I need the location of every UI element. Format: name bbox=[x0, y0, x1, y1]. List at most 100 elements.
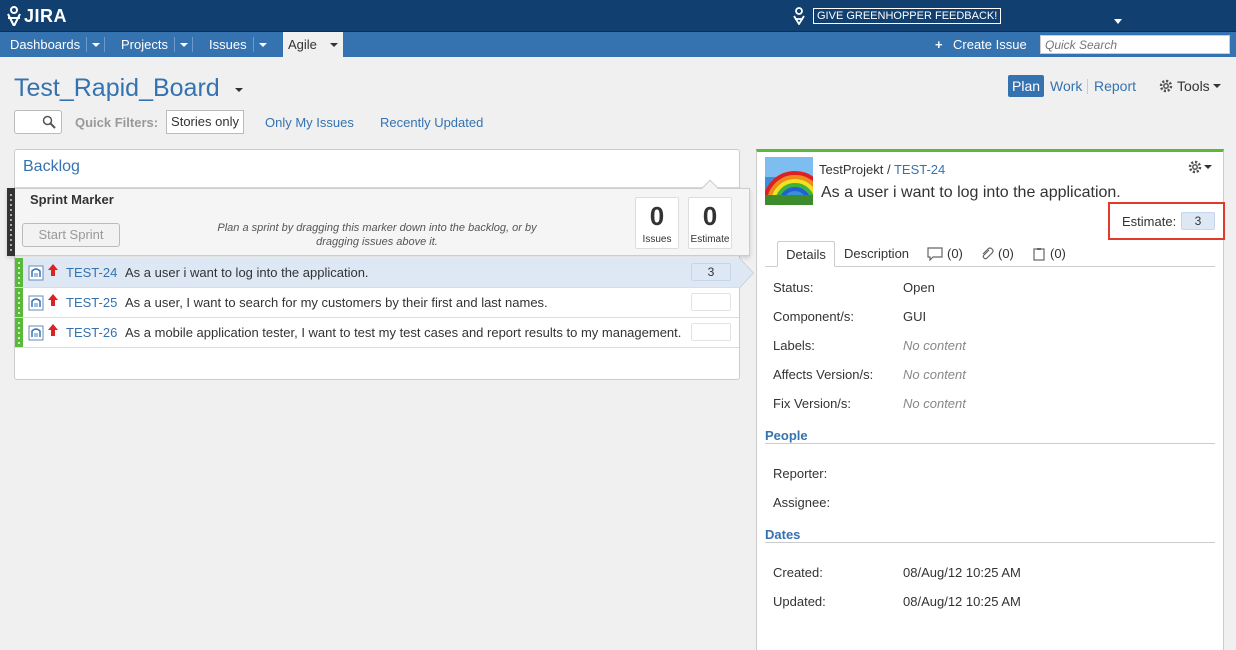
nav-dashboards[interactable]: Dashboards bbox=[0, 32, 80, 57]
chevron-down-icon bbox=[1212, 84, 1221, 88]
breadcrumb-separator: / bbox=[886, 162, 891, 177]
issue-estimate[interactable] bbox=[691, 293, 731, 311]
issue-row[interactable]: TEST-24 As a user i want to log into the… bbox=[15, 258, 739, 288]
field-affects-version-value[interactable]: No content bbox=[903, 367, 966, 382]
detail-project-name[interactable]: TestProjekt bbox=[819, 162, 883, 177]
tab-comments[interactable]: (0) bbox=[927, 241, 963, 267]
estimate-count-value: 0 bbox=[702, 201, 718, 231]
field-status-label: Status: bbox=[773, 280, 814, 295]
field-labels-label: Labels: bbox=[773, 338, 815, 353]
issues-count-label: Issues bbox=[642, 234, 672, 245]
nav-agile-label: Agile bbox=[288, 37, 317, 52]
tools-menu-button[interactable]: Tools bbox=[1158, 75, 1221, 97]
detail-actions-menu[interactable] bbox=[1187, 159, 1212, 175]
plan-mode-button[interactable]: Plan bbox=[1008, 75, 1045, 97]
quick-filters-label: Quick Filters: bbox=[75, 115, 159, 130]
sprint-estimate-count: 0 Estimate bbox=[688, 197, 732, 249]
subtasks-count: (0) bbox=[1050, 246, 1066, 261]
greenhopper-icon bbox=[792, 7, 806, 28]
tab-subtasks[interactable]: (0) bbox=[1032, 241, 1066, 267]
quick-filter-stories-only[interactable]: Stories only bbox=[166, 110, 244, 134]
paperclip-icon bbox=[982, 247, 994, 260]
selected-row-pointer bbox=[739, 258, 753, 288]
mode-divider bbox=[1087, 79, 1088, 94]
quick-filter-only-my-issues[interactable]: Only My Issues bbox=[265, 115, 354, 130]
issue-row[interactable]: TEST-25 As a user, I want to search for … bbox=[15, 288, 739, 318]
quick-search-input[interactable] bbox=[1040, 35, 1230, 54]
story-type-icon bbox=[28, 325, 44, 344]
tab-attachments[interactable]: (0) bbox=[980, 241, 1014, 267]
jira-logo[interactable]: JIRA bbox=[6, 5, 67, 27]
issue-estimate[interactable] bbox=[691, 323, 731, 341]
issues-dropdown-icon[interactable] bbox=[259, 43, 267, 47]
sprint-marker-title: Sprint Marker bbox=[30, 192, 114, 207]
work-mode-button[interactable]: Work bbox=[1050, 75, 1082, 97]
board-filter-search[interactable] bbox=[14, 110, 62, 134]
nav-divider bbox=[253, 37, 254, 52]
field-updated-value: 08/Aug/12 10:25 AM bbox=[903, 594, 1021, 609]
estimate-label: Estimate: bbox=[1122, 214, 1177, 229]
issue-summary: As a user, I want to search for my custo… bbox=[125, 295, 548, 310]
top-header: JIRA GIVE GREENHOPPER FEEDBACK! bbox=[0, 0, 1236, 32]
nav-projects[interactable]: Projects bbox=[111, 32, 168, 57]
project-avatar bbox=[763, 157, 827, 235]
field-status-value[interactable]: Open bbox=[903, 280, 935, 295]
field-assignee-label: Assignee: bbox=[773, 495, 831, 510]
issue-row[interactable]: TEST-26 As a mobile application tester, … bbox=[15, 318, 739, 348]
board-selector-dropdown-icon[interactable] bbox=[235, 88, 243, 92]
nav-divider bbox=[192, 37, 193, 52]
quick-filter-recently-updated[interactable]: Recently Updated bbox=[380, 115, 483, 130]
field-component-label: Component/s: bbox=[773, 309, 854, 324]
jira-logo-icon bbox=[7, 6, 21, 26]
people-section-heading[interactable]: People bbox=[765, 428, 808, 443]
nav-issues[interactable]: Issues bbox=[199, 32, 247, 57]
backlog-title: Backlog bbox=[23, 158, 80, 175]
issue-key-link[interactable]: TEST-25 bbox=[66, 295, 117, 310]
priority-major-icon bbox=[48, 324, 58, 339]
plus-icon: + bbox=[935, 37, 943, 52]
field-created-value: 08/Aug/12 10:25 AM bbox=[903, 565, 1021, 580]
field-component-value[interactable]: GUI bbox=[903, 309, 926, 324]
priority-major-icon bbox=[48, 294, 58, 309]
rank-handle-icon[interactable] bbox=[15, 258, 23, 287]
projects-dropdown-icon[interactable] bbox=[180, 43, 188, 47]
detail-issue-key-link[interactable]: TEST-24 bbox=[894, 162, 945, 177]
tab-description[interactable]: Description bbox=[844, 241, 909, 267]
user-menu-dropdown[interactable] bbox=[1114, 12, 1122, 27]
nav-divider bbox=[104, 37, 105, 52]
greenhopper-feedback-link[interactable]: GIVE GREENHOPPER FEEDBACK! bbox=[813, 8, 1002, 24]
board-title[interactable]: Test_Rapid_Board bbox=[14, 74, 220, 103]
issue-key-link[interactable]: TEST-26 bbox=[66, 325, 117, 340]
agile-dropdown-icon[interactable] bbox=[330, 43, 338, 47]
dashboards-dropdown-icon[interactable] bbox=[92, 43, 100, 47]
issue-key-link[interactable]: TEST-24 bbox=[66, 265, 117, 280]
issue-estimate[interactable]: 3 bbox=[691, 263, 731, 281]
field-fix-version-label: Fix Version/s: bbox=[773, 396, 852, 411]
field-labels-value[interactable]: No content bbox=[903, 338, 966, 353]
start-sprint-button[interactable]: Start Sprint bbox=[22, 223, 120, 247]
comment-icon bbox=[927, 247, 943, 261]
detail-breadcrumb: TestProjekt / TEST-24 bbox=[819, 162, 945, 177]
story-type-icon bbox=[28, 295, 44, 314]
issue-summary: As a user i want to log into the applica… bbox=[125, 265, 369, 280]
tools-label: Tools bbox=[1177, 78, 1210, 94]
detail-issue-summary[interactable]: As a user i want to log into the applica… bbox=[821, 184, 1121, 202]
nav-divider bbox=[86, 37, 87, 52]
field-updated-label: Updated: bbox=[773, 594, 826, 609]
rank-handle-icon[interactable] bbox=[15, 318, 23, 347]
search-icon bbox=[42, 115, 56, 129]
sprint-marker-help: Plan a sprint by dragging this marker do… bbox=[217, 222, 537, 248]
rank-handle-icon[interactable] bbox=[15, 288, 23, 317]
report-mode-button[interactable]: Report bbox=[1094, 75, 1136, 97]
dates-section-heading[interactable]: Dates bbox=[765, 527, 800, 542]
tab-details[interactable]: Details bbox=[777, 241, 835, 267]
logo-text: JIRA bbox=[24, 5, 68, 26]
estimate-field[interactable]: 3 bbox=[1181, 212, 1215, 230]
nav-agile[interactable]: Agile bbox=[283, 32, 343, 57]
drag-handle-icon[interactable] bbox=[7, 188, 15, 256]
create-issue-button[interactable]: + Create Issue bbox=[935, 32, 1027, 57]
field-fix-version-value[interactable]: No content bbox=[903, 396, 966, 411]
main-nav: Dashboards Projects Issues Agile + Create… bbox=[0, 32, 1236, 57]
estimate-count-label: Estimate bbox=[690, 234, 730, 245]
gear-icon bbox=[1188, 160, 1202, 174]
